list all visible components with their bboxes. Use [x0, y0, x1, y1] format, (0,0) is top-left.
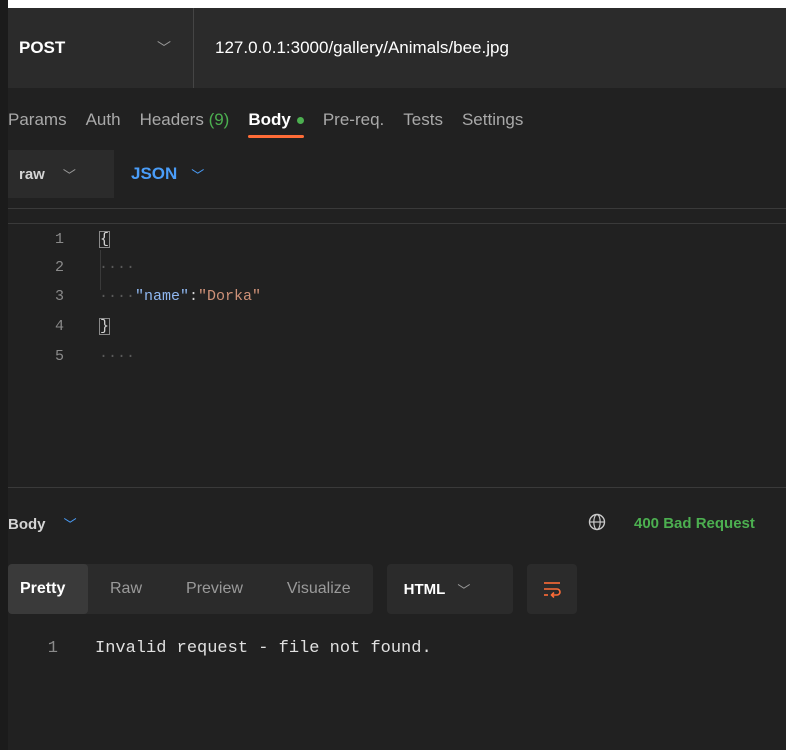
divider [8, 208, 786, 209]
tab-pretty[interactable]: Pretty [8, 564, 88, 614]
tab-settings[interactable]: Settings [462, 102, 523, 138]
close-brace: } [99, 317, 111, 335]
response-section-label: Body [8, 515, 46, 533]
response-format-label: HTML [403, 580, 446, 598]
chevron-down-icon: ﹀ [62, 167, 76, 183]
response-section-select[interactable]: Body ﹀ [8, 514, 77, 533]
response-format-select[interactable]: HTML ﹀ [386, 564, 513, 614]
left-strip [0, 0, 8, 750]
response-text: Invalid request - file not found. [95, 638, 432, 658]
line-number: 4 [54, 317, 64, 335]
response-view-tabs: Pretty Raw Preview Visualize [8, 564, 373, 614]
tab-pretty-label: Pretty [20, 580, 66, 597]
editor-line: 4 } [8, 315, 111, 337]
editor-line: 5 ···· [8, 345, 135, 367]
language-select[interactable]: JSON ﹀ [131, 164, 204, 184]
method-select[interactable]: POST ﹀ [8, 8, 194, 88]
tab-pre-req-label: Pre-req. [322, 110, 385, 129]
tab-params-label: Params [8, 110, 67, 129]
tab-preview[interactable]: Preview [164, 564, 265, 614]
tab-tests[interactable]: Tests [403, 102, 443, 138]
open-brace: { [99, 230, 111, 248]
tab-auth[interactable]: Auth [86, 102, 121, 138]
json-key: "name" [135, 287, 190, 305]
pane-divider[interactable] [8, 487, 786, 488]
tab-pre-req[interactable]: Pre-req. [323, 102, 384, 138]
request-tabs: Params Auth Headers (9) Body Pre-req. Te… [8, 96, 542, 144]
headers-count: (9) [208, 110, 230, 129]
globe-icon[interactable] [588, 513, 606, 531]
wrap-lines-button[interactable] [526, 564, 577, 614]
status-badge[interactable]: 400 Bad Request [634, 515, 755, 532]
url-text: 127.0.0.1:3000/gallery/Animals/bee.jpg [215, 38, 509, 57]
code-text: { [99, 230, 111, 248]
body-mode-select[interactable]: raw ﹀ [8, 150, 114, 198]
whitespace-marker: ···· [99, 258, 136, 276]
request-body-editor[interactable]: 1 { 2 ···· 3 ····"name":"Dorka" 4 } 5 ··… [8, 228, 786, 483]
response-header: Body ﹀ 400 Bad Request [0, 505, 786, 541]
whitespace-marker: ···· [99, 287, 136, 305]
json-value: "Dorka" [198, 287, 262, 305]
tab-preview-label: Preview [186, 580, 243, 597]
line-number: 1 [47, 638, 58, 658]
tab-headers-label: Headers [139, 110, 204, 129]
line-number: 2 [54, 258, 64, 276]
tab-settings-label: Settings [461, 110, 524, 129]
line-number: 5 [54, 347, 64, 365]
code-text: } [99, 317, 111, 335]
editor-line: 2 ···· [8, 256, 135, 278]
editor-line: 1 { [8, 228, 111, 250]
chevron-down-icon: ﹀ [63, 516, 77, 532]
code-text: ···· [99, 348, 135, 365]
tab-params[interactable]: Params [8, 102, 67, 138]
body-mode-label: raw [19, 165, 45, 183]
line-number: 1 [54, 230, 64, 248]
tab-visualize-label: Visualize [286, 580, 351, 597]
language-label: JSON [131, 164, 178, 183]
chevron-down-icon: ﹀ [191, 167, 205, 183]
top-strip [0, 0, 786, 8]
response-line: 1 Invalid request - file not found. [8, 636, 432, 660]
wrap-lines-icon [543, 582, 561, 598]
method-label: POST [19, 38, 66, 57]
tab-raw[interactable]: Raw [88, 564, 164, 614]
json-colon: : [189, 287, 199, 305]
tab-tests-label: Tests [403, 110, 443, 129]
whitespace-marker: ···· [99, 347, 136, 365]
chevron-down-icon: ﹀ [457, 582, 471, 598]
url-input[interactable]: 127.0.0.1:3000/gallery/Animals/bee.jpg [194, 8, 509, 88]
response-tabs: Pretty Raw Preview Visualize HTML ﹀ [8, 564, 577, 614]
tab-raw-label: Raw [110, 580, 143, 597]
code-text: ····"name":"Dorka" [99, 288, 261, 305]
tab-body-label: Body [248, 110, 291, 129]
divider [8, 223, 786, 224]
tab-headers[interactable]: Headers (9) [140, 102, 230, 138]
request-bar: POST ﹀ 127.0.0.1:3000/gallery/Animals/be… [8, 8, 786, 88]
body-type-row: raw ﹀ JSON ﹀ [8, 150, 204, 198]
line-number: 3 [54, 287, 64, 305]
chevron-down-icon: ﹀ [157, 40, 171, 56]
tab-body[interactable]: Body [248, 102, 304, 138]
tab-auth-label: Auth [85, 110, 121, 129]
editor-line: 3 ····"name":"Dorka" [8, 285, 261, 307]
code-text: ···· [99, 259, 135, 276]
tab-visualize[interactable]: Visualize [265, 564, 373, 614]
body-indicator-dot [296, 117, 304, 125]
